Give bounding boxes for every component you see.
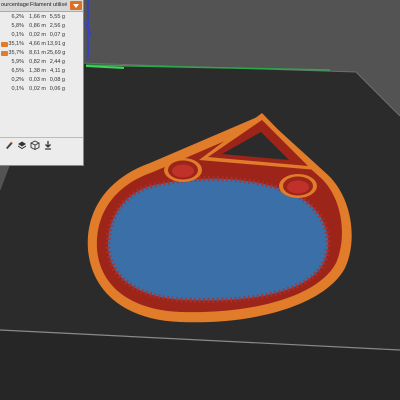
legend-length: 0,02 m xyxy=(29,32,46,38)
legend-length: 0,02 m xyxy=(29,86,46,92)
legend-row: 5,8% 0,86 m 2,56 g xyxy=(0,22,83,31)
layers-icon[interactable] xyxy=(17,140,27,150)
legend-row: 0,1% 0,02 m 0,06 g xyxy=(0,85,83,94)
legend-row: 0,1% 0,02 m 0,07 g xyxy=(0,31,83,40)
legend-row: 35,1% 4,66 m 13,91 g xyxy=(0,40,83,49)
legend-weight: 0,07 g xyxy=(49,32,65,38)
legend-percentage: 6,2% xyxy=(11,14,24,20)
left-hole xyxy=(172,164,194,178)
legend-length: 1,66 m xyxy=(29,14,46,20)
legend-weight: 2,56 g xyxy=(49,23,65,29)
legend-row: 35,7% 8,61 m 25,69 g xyxy=(0,49,83,58)
legend-length: 4,66 m xyxy=(29,41,46,47)
legend-percentage: 0,2% xyxy=(11,77,24,83)
legend-panel: ourcentage Filament utilisé 6,2% 1,66 m … xyxy=(0,0,84,166)
legend-weight: 13,91 g xyxy=(47,41,66,47)
legend-row: 0,2% 0,03 m 0,08 g xyxy=(0,76,83,85)
legend-percentage: 5,8% xyxy=(11,23,24,29)
legend-weight: 5,55 g xyxy=(49,14,65,20)
export-icon[interactable] xyxy=(43,140,53,150)
legend-percentage: 0,1% xyxy=(11,86,24,92)
legend-percentage: 6,5% xyxy=(11,68,24,74)
legend-length: 1,38 m xyxy=(29,68,46,74)
chevron-down-icon xyxy=(73,4,79,8)
legend-weight: 0,08 g xyxy=(49,77,65,83)
legend-weight: 25,69 g xyxy=(47,50,66,56)
legend-length: 0,03 m xyxy=(29,77,46,83)
legend-percentage: 35,1% xyxy=(8,41,24,47)
column-header-filament: Filament utilisé xyxy=(30,2,68,8)
legend-dropdown-button[interactable] xyxy=(70,1,82,10)
legend-row: 5,9% 0,82 m 2,44 g xyxy=(0,58,83,67)
legend-percentage: 0,1% xyxy=(11,32,24,38)
cube-icon[interactable] xyxy=(30,140,40,150)
legend-length: 0,82 m xyxy=(29,59,46,65)
preview-toolbar xyxy=(0,137,83,152)
legend-length: 0,86 m xyxy=(29,23,46,29)
legend-percentage: 5,9% xyxy=(11,59,24,65)
legend-row: 6,5% 1,38 m 4,11 g xyxy=(0,67,83,76)
legend-percentage: 35,7% xyxy=(8,50,24,56)
legend-row: 6,2% 1,66 m 5,55 g xyxy=(0,13,83,22)
legend-length: 8,61 m xyxy=(29,50,46,56)
edit-icon[interactable] xyxy=(4,140,14,150)
column-header-percentage: ourcentage xyxy=(1,2,29,8)
legend-weight: 0,06 g xyxy=(49,86,65,92)
right-hole xyxy=(287,180,309,194)
legend-weight: 2,44 g xyxy=(49,59,65,65)
legend-header: ourcentage Filament utilisé xyxy=(0,0,83,12)
legend-weight: 4,11 g xyxy=(50,68,65,74)
